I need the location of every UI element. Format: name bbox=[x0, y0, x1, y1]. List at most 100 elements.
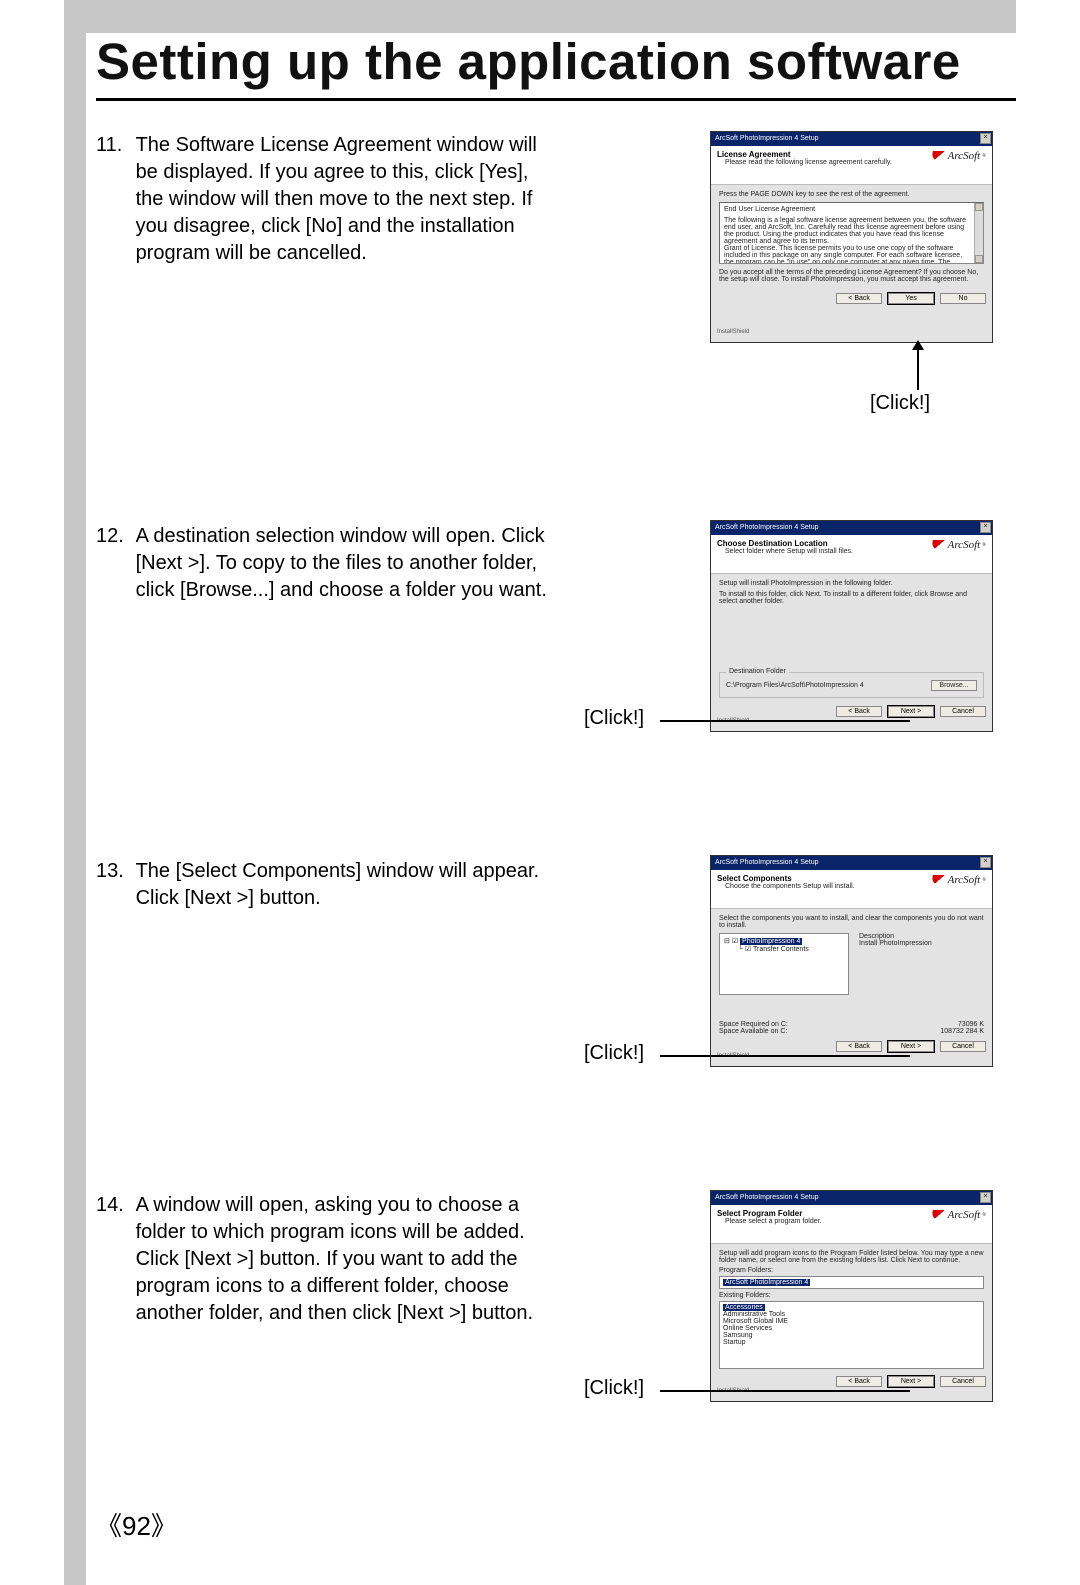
cancel-button[interactable]: Cancel bbox=[940, 1041, 986, 1052]
dialog-titlebar: ArcSoft PhotoImpression 4 Setup × bbox=[711, 856, 992, 870]
arcsoft-logo: ArcSoft® bbox=[932, 150, 986, 162]
arrow-head-icon bbox=[912, 340, 924, 350]
back-button[interactable]: < Back bbox=[836, 293, 882, 304]
close-icon[interactable]: × bbox=[980, 133, 991, 144]
cancel-button[interactable]: Cancel bbox=[940, 1376, 986, 1387]
program-folders-label: Program Folders: bbox=[719, 1267, 984, 1274]
page-title: Setting up the application software bbox=[96, 36, 961, 87]
dialog-header-strip: Select Components Choose the components … bbox=[711, 870, 992, 909]
scrollbar[interactable] bbox=[974, 203, 983, 263]
existing-folders-list[interactable]: Accessories Administrative Tools Microso… bbox=[719, 1301, 984, 1369]
close-icon[interactable]: × bbox=[980, 857, 991, 868]
scroll-up-icon[interactable] bbox=[975, 203, 983, 211]
dest-line1: Setup will install PhotoImpression in th… bbox=[719, 580, 984, 587]
dialog-body: Setup will install PhotoImpression in th… bbox=[711, 574, 992, 702]
step-14-number: 14. bbox=[96, 1192, 130, 1219]
folder-item[interactable]: Online Services bbox=[723, 1325, 980, 1332]
next-button[interactable]: Next > bbox=[888, 706, 934, 717]
space-available-value: 108732 284 K bbox=[940, 1028, 984, 1035]
click-label-4: [Click!] bbox=[584, 1377, 644, 1400]
dialog-destination: ArcSoft PhotoImpression 4 Setup × Choose… bbox=[710, 520, 993, 732]
dialog-titlebar: ArcSoft PhotoImpression 4 Setup × bbox=[711, 521, 992, 535]
eula-body: The following is a legal software licens… bbox=[724, 217, 979, 264]
back-button[interactable]: < Back bbox=[836, 706, 882, 717]
space-required-label: Space Required on C: bbox=[719, 1021, 788, 1028]
cancel-button[interactable]: Cancel bbox=[940, 706, 986, 717]
arrow-shaft bbox=[917, 348, 919, 390]
yes-button[interactable]: Yes bbox=[888, 293, 934, 304]
step-13-text: The [Select Components] window will appe… bbox=[136, 858, 556, 912]
side-grey-band bbox=[64, 0, 86, 1585]
dialog-titlebar: ArcSoft PhotoImpression 4 Setup × bbox=[711, 1191, 992, 1205]
space-required-value: 73096 K bbox=[958, 1021, 984, 1028]
click-leader-2 bbox=[660, 720, 910, 722]
arcsoft-logo: ArcSoft® bbox=[932, 1209, 986, 1221]
click-label-1: [Click!] bbox=[870, 392, 930, 415]
step-12-number: 12. bbox=[96, 523, 130, 550]
dialog-header-strip: Choose Destination Location Select folde… bbox=[711, 535, 992, 574]
dialog-titlebar-text: ArcSoft PhotoImpression 4 Setup bbox=[715, 135, 819, 142]
dialog-program-folder: ArcSoft PhotoImpression 4 Setup × Select… bbox=[710, 1190, 993, 1402]
progfolder-instruction: Setup will add program icons to the Prog… bbox=[719, 1250, 984, 1264]
dialog-body: Select the components you want to instal… bbox=[711, 909, 992, 1037]
back-button[interactable]: < Back bbox=[836, 1376, 882, 1387]
click-label-3: [Click!] bbox=[584, 1042, 644, 1065]
dialog-header-strip: License Agreement Please read the follow… bbox=[711, 146, 992, 185]
dialog-footer: InstallShield < Back Yes No bbox=[711, 289, 992, 310]
arcsoft-logo: ArcSoft® bbox=[932, 539, 986, 551]
step-12-text: A destination selection window will open… bbox=[136, 523, 556, 604]
tree-child[interactable]: Transfer Contents bbox=[753, 946, 809, 953]
installshield-label: InstallShield bbox=[717, 329, 749, 335]
dialog-titlebar: ArcSoft PhotoImpression 4 Setup × bbox=[711, 132, 992, 146]
folder-item[interactable]: Startup bbox=[723, 1339, 980, 1346]
step-11: 11. The Software License Agreement windo… bbox=[96, 132, 566, 267]
step-11-text: The Software License Agreement window wi… bbox=[136, 132, 556, 267]
dialog-components: ArcSoft PhotoImpression 4 Setup × Select… bbox=[710, 855, 993, 1067]
step-11-number: 11. bbox=[96, 132, 130, 159]
click-label-2: [Click!] bbox=[584, 707, 644, 730]
dest-folder-caption: Destination Folder bbox=[726, 668, 789, 675]
scroll-down-icon[interactable] bbox=[975, 255, 983, 263]
dialog-header-strip: Select Program Folder Please select a pr… bbox=[711, 1205, 992, 1244]
eula-heading: End User License Agreement bbox=[724, 206, 979, 213]
step-14-text: A window will open, asking you to choose… bbox=[136, 1192, 556, 1327]
next-button[interactable]: Next > bbox=[888, 1376, 934, 1387]
folder-item[interactable]: Accessories bbox=[723, 1304, 765, 1311]
title-underline bbox=[96, 98, 1016, 101]
space-available-label: Space Available on C: bbox=[719, 1028, 787, 1035]
click-leader-4 bbox=[660, 1390, 910, 1392]
close-icon[interactable]: × bbox=[980, 522, 991, 533]
arcsoft-logo: ArcSoft® bbox=[932, 874, 986, 886]
dialog-titlebar-text: ArcSoft PhotoImpression 4 Setup bbox=[715, 1194, 819, 1201]
dialog-titlebar-text: ArcSoft PhotoImpression 4 Setup bbox=[715, 859, 819, 866]
dialog-titlebar-text: ArcSoft PhotoImpression 4 Setup bbox=[715, 524, 819, 531]
step-12: 12. A destination selection window will … bbox=[96, 523, 566, 604]
description-label: Description bbox=[859, 933, 932, 940]
folder-item[interactable]: Administrative Tools bbox=[723, 1311, 980, 1318]
program-folder-input[interactable]: ArcSoft PhotoImpression 4 bbox=[719, 1276, 984, 1289]
dialog-body: Setup will add program icons to the Prog… bbox=[711, 1244, 992, 1372]
folder-item[interactable]: Samsung bbox=[723, 1332, 980, 1339]
existing-folders-label: Existing Folders: bbox=[719, 1292, 984, 1299]
tree-root[interactable]: PhotoImpression 4 bbox=[740, 938, 802, 945]
page-number: 《92》 bbox=[96, 1506, 177, 1543]
back-button[interactable]: < Back bbox=[836, 1041, 882, 1052]
eula-textarea[interactable]: End User License Agreement The following… bbox=[719, 202, 984, 264]
components-instruction: Select the components you want to instal… bbox=[719, 915, 984, 929]
close-icon[interactable]: × bbox=[980, 1192, 991, 1203]
accept-question: Do you accept all the terms of the prece… bbox=[719, 269, 984, 283]
step-13: 13. The [Select Components] window will … bbox=[96, 858, 566, 912]
browse-button[interactable]: Browse... bbox=[931, 680, 977, 691]
dest-line2: To install to this folder, click Next. T… bbox=[719, 591, 984, 605]
click-leader-3 bbox=[660, 1055, 910, 1057]
no-button[interactable]: No bbox=[940, 293, 986, 304]
next-button[interactable]: Next > bbox=[888, 1041, 934, 1052]
dialog-license: ArcSoft PhotoImpression 4 Setup × Licens… bbox=[710, 131, 993, 343]
dialog-body: Press the PAGE DOWN key to see the rest … bbox=[711, 185, 992, 289]
manual-page: Setting up the application software 11. … bbox=[0, 0, 1080, 1585]
folder-item[interactable]: Microsoft Global IME bbox=[723, 1318, 980, 1325]
step-13-number: 13. bbox=[96, 858, 130, 885]
components-tree[interactable]: ⊟ ☑ PhotoImpression 4 └ ☑ Transfer Conte… bbox=[719, 933, 849, 995]
scroll-hint: Press the PAGE DOWN key to see the rest … bbox=[719, 191, 984, 198]
description-text: Install PhotoImpression bbox=[859, 940, 932, 947]
